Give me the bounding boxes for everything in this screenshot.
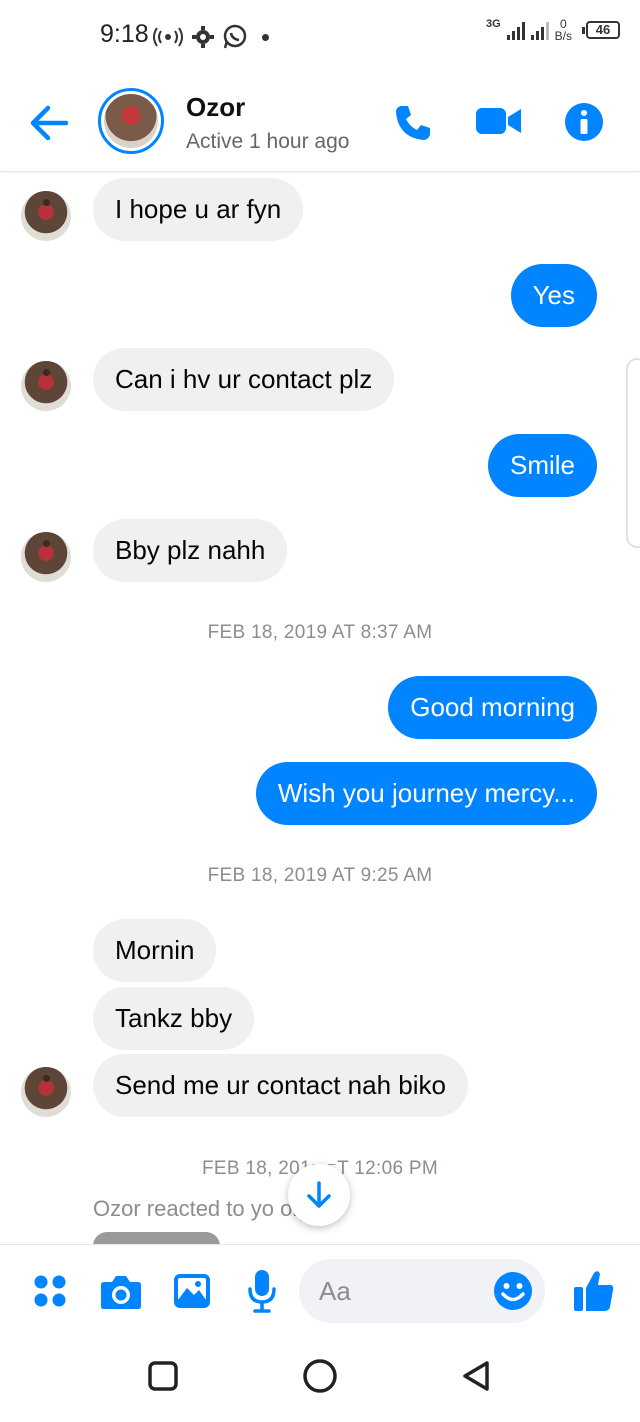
net-speed-unit: B/s — [554, 29, 572, 43]
battery-level: 46 — [595, 22, 611, 37]
microphone-icon[interactable] — [247, 1269, 277, 1313]
info-icon[interactable] — [564, 102, 604, 142]
message-outgoing[interactable]: Smile — [487, 434, 597, 497]
avatar-photo — [104, 94, 158, 148]
recents-square-icon[interactable] — [147, 1360, 179, 1392]
scroll-to-bottom-button[interactable] — [288, 1164, 350, 1226]
battery-icon: 46 — [582, 21, 620, 39]
back-triangle-icon[interactable] — [460, 1360, 492, 1392]
message-input[interactable] — [319, 1259, 489, 1323]
status-icons-right: 3G 0 B/s 46 — [486, 18, 620, 42]
status-icons-left — [152, 24, 269, 50]
chat-header: Ozor Active 1 hour ago — [0, 72, 640, 172]
signal-2-icon — [530, 20, 549, 40]
emoji-icon[interactable] — [493, 1271, 533, 1311]
message-outgoing[interactable]: Wish you journey mercy... — [255, 762, 597, 825]
message-outgoing[interactable]: Good morning — [388, 676, 597, 739]
hotspot-icon — [153, 27, 183, 47]
message-incoming[interactable]: Tankz bby — [93, 987, 255, 1050]
net-speed: 0 B/s — [555, 18, 572, 42]
thumbs-up-icon[interactable] — [573, 1269, 615, 1313]
video-camera-icon[interactable] — [476, 106, 522, 136]
system-nav-bar — [0, 1340, 640, 1422]
timestamp: FEB 18, 2019 AT 8:37 AM — [207, 622, 433, 643]
message-incoming[interactable]: Send me ur contact nah biko — [93, 1054, 468, 1117]
gear-icon — [192, 26, 214, 48]
side-edge-handle[interactable] — [626, 358, 640, 548]
message-input-field[interactable] — [299, 1259, 545, 1323]
message-incoming[interactable]: Bby plz nahh — [93, 519, 288, 582]
phone-icon[interactable] — [392, 102, 434, 144]
story-reaction-text: Ozor reacted to yo ory — [93, 1196, 311, 1221]
camera-icon[interactable] — [100, 1274, 142, 1310]
contact-name[interactable]: Ozor — [186, 92, 245, 123]
message-composer — [0, 1244, 640, 1340]
status-time: 9:18 — [100, 20, 149, 48]
menu-dots-icon[interactable] — [33, 1274, 67, 1308]
signal-1-icon — [506, 20, 525, 40]
whatsapp-icon — [223, 24, 247, 49]
message-incoming[interactable]: Can i hv ur contact plz — [93, 348, 395, 411]
dot-icon — [262, 33, 269, 41]
sender-avatar[interactable] — [21, 361, 71, 411]
back-arrow-icon[interactable] — [26, 100, 72, 146]
message-incoming[interactable]: I hope u ar fyn — [93, 178, 304, 241]
network-type: 3G — [485, 18, 501, 30]
timestamp: FEB 18, 2019 AT 9:25 AM — [207, 865, 433, 886]
home-circle-icon[interactable] — [302, 1358, 338, 1394]
sender-avatar[interactable] — [21, 532, 71, 582]
contact-avatar[interactable] — [98, 88, 164, 154]
status-bar: 9:18 3G 0 B/s 46 — [0, 0, 640, 70]
message-incoming[interactable]: Mornin — [93, 919, 217, 982]
message-outgoing[interactable]: Yes — [510, 264, 597, 327]
sender-avatar[interactable] — [21, 191, 71, 241]
gallery-icon[interactable] — [173, 1273, 211, 1309]
sender-avatar[interactable] — [21, 1067, 71, 1117]
arrow-down-icon — [307, 1181, 331, 1208]
active-status: Active 1 hour ago — [186, 130, 350, 153]
